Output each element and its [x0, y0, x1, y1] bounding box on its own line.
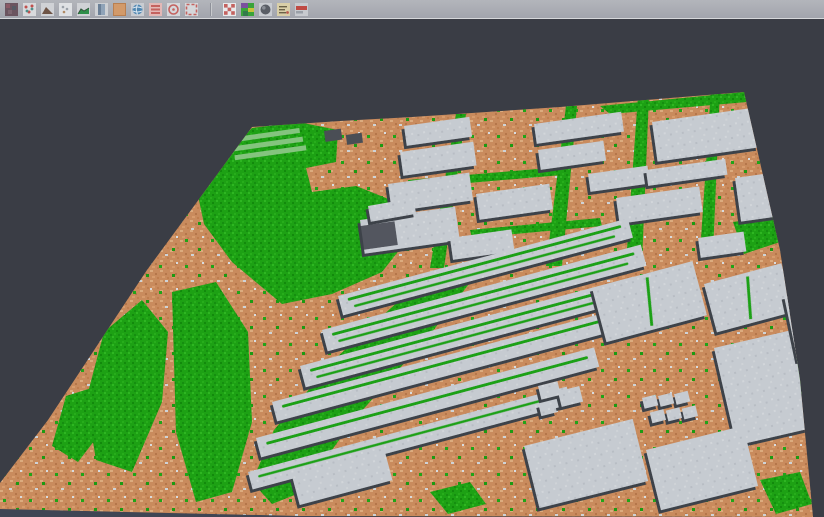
globe-icon[interactable] [130, 2, 144, 16]
target-icon[interactable] [166, 2, 180, 16]
colormap-icon[interactable] [240, 2, 254, 16]
vegetation-hill-icon[interactable] [76, 2, 90, 16]
sphere-icon[interactable] [258, 2, 272, 16]
classified-points-icon[interactable] [22, 2, 36, 16]
toolbar [0, 0, 824, 19]
terrain-render [0, 21, 824, 517]
terrain-mound-icon[interactable] [40, 2, 54, 16]
toolbar-separator [210, 3, 211, 16]
red-layers-icon[interactable] [148, 2, 162, 16]
red-checker-icon[interactable] [222, 2, 236, 16]
3d-viewport[interactable] [0, 21, 824, 517]
sparse-points-icon[interactable] [58, 2, 72, 16]
column-icon[interactable] [94, 2, 108, 16]
annotation-icon[interactable] [276, 2, 290, 16]
mosaic-icon[interactable] [4, 2, 18, 16]
red-stripe-icon[interactable] [294, 2, 308, 16]
ortho-tile-icon[interactable] [112, 2, 126, 16]
selection-box-icon[interactable] [184, 2, 198, 16]
